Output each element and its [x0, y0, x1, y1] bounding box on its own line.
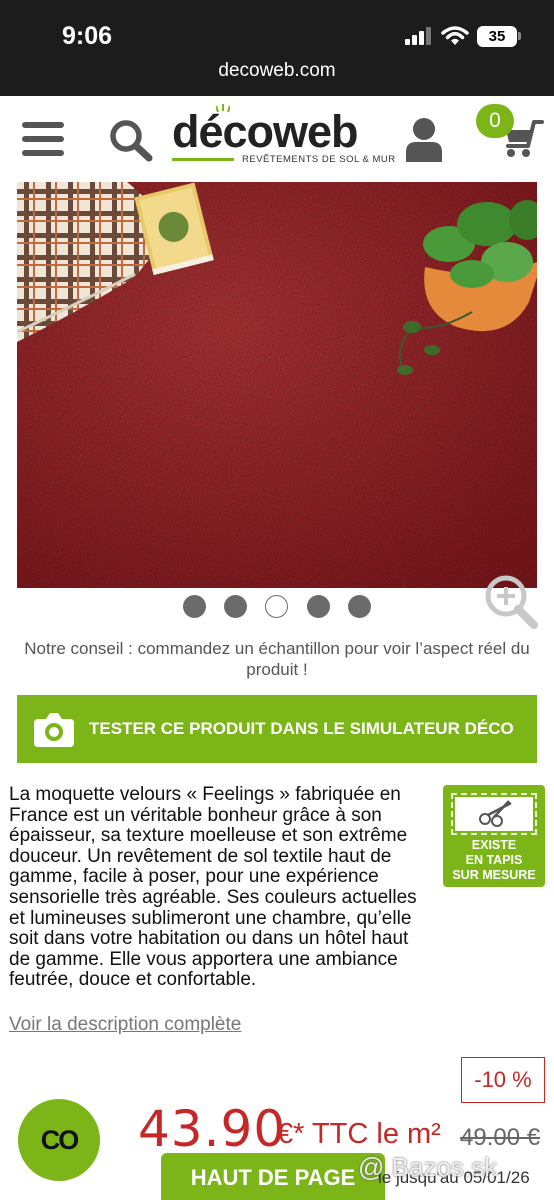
custom-rug-line3: SUR MESURE — [452, 868, 536, 882]
cellular-signal-icon — [405, 27, 433, 45]
camera-icon — [34, 713, 74, 747]
full-description-link[interactable]: Voir la description complète — [9, 1014, 241, 1036]
battery-icon: 35 — [477, 26, 517, 47]
chat-logo: CO — [40, 1125, 80, 1155]
decoweb-logo[interactable]: décoweb REVÊTEMENTS DE SOL & MUR — [172, 104, 395, 168]
search-icon[interactable] — [108, 118, 154, 162]
status-time: 9:06 — [62, 22, 113, 50]
simulator-button[interactable]: TESTER CE PRODUIT DANS LE SIMULATEUR DÉC… — [17, 695, 537, 763]
logo-text: décoweb — [172, 106, 359, 157]
sample-advice-text: Notre conseil : commandez un échantillon… — [24, 639, 530, 679]
scissors-box — [451, 793, 537, 835]
zoom-in-icon[interactable] — [482, 572, 540, 630]
carousel-dot[interactable] — [307, 595, 330, 618]
image-carousel-dots — [183, 595, 373, 619]
custom-rug-line1: EXISTE — [471, 838, 517, 852]
price-unit: €* TTC le m² — [277, 1118, 441, 1150]
product-description: La moquette velours « Feelings » fabriqu… — [9, 784, 417, 991]
custom-rug-badge[interactable]: EXISTE EN TAPIS SUR MESURE — [443, 785, 545, 887]
chat-button[interactable]: CO — [18, 1099, 100, 1181]
carousel-dot[interactable] — [183, 595, 206, 618]
browser-url-bar[interactable]: decoweb.com — [0, 56, 554, 96]
user-account-icon[interactable] — [404, 116, 444, 162]
carousel-dot[interactable] — [348, 595, 371, 618]
back-to-top-label: HAUT DE PAGE — [190, 1165, 356, 1190]
url-text[interactable]: decoweb.com — [0, 60, 554, 82]
watermark: @ Bazos.sk — [358, 1152, 498, 1182]
battery-tip — [518, 32, 521, 40]
current-price: 43.90 — [138, 1100, 287, 1158]
hamburger-menu-icon[interactable] — [22, 122, 64, 156]
carousel-dot-active[interactable] — [265, 595, 288, 618]
cart-count-badge[interactable]: 0 — [476, 104, 514, 138]
site-header: décoweb REVÊTEMENTS DE SOL & MUR 0 — [0, 96, 554, 182]
wifi-icon — [441, 26, 469, 45]
scissors-icon — [455, 797, 533, 831]
status-bar: 9:06 35 — [0, 0, 554, 56]
discount-badge: -10 % — [461, 1057, 545, 1103]
old-price: 49.00 € — [460, 1124, 541, 1151]
carousel-dot[interactable] — [224, 595, 247, 618]
back-to-top-button[interactable]: HAUT DE PAGE — [161, 1153, 385, 1200]
logo-underline — [172, 158, 234, 161]
product-image[interactable] — [17, 182, 537, 588]
logo-tagline: REVÊTEMENTS DE SOL & MUR — [242, 154, 396, 165]
custom-rug-line2: EN TAPIS — [465, 853, 523, 867]
simulator-button-label: TESTER CE PRODUIT DANS LE SIMULATEUR DÉC… — [89, 719, 514, 738]
custom-rug-text: EXISTE EN TAPIS SUR MESURE — [443, 838, 545, 883]
